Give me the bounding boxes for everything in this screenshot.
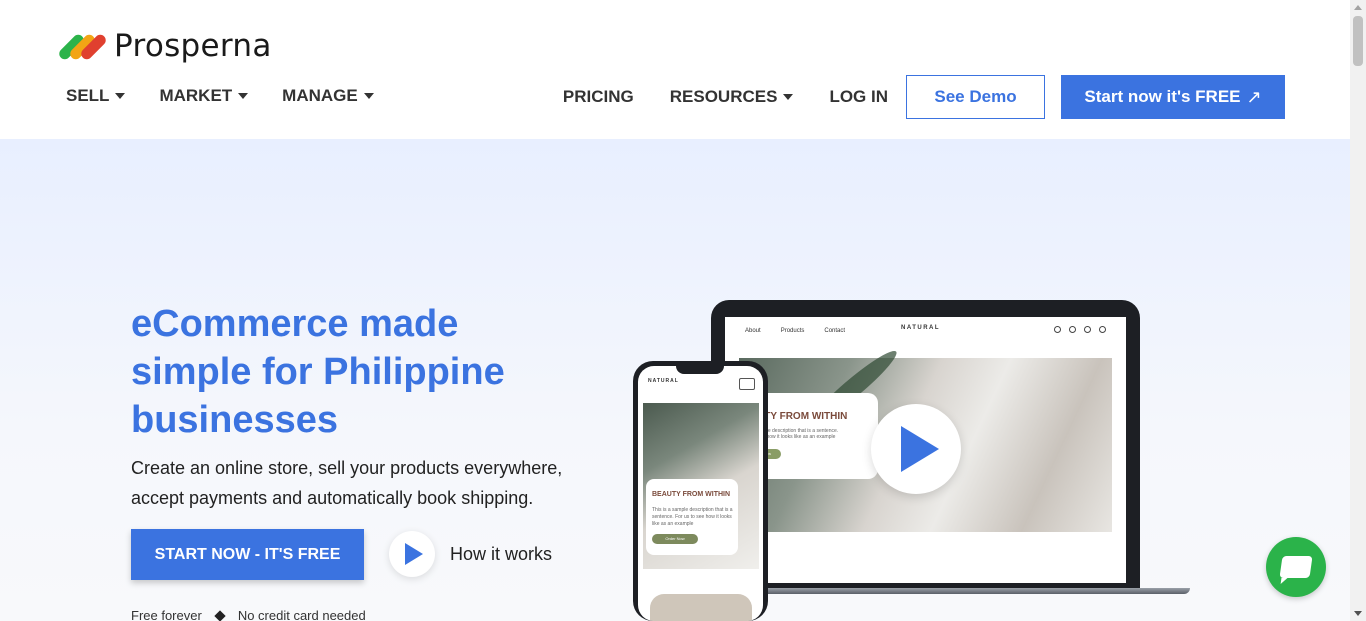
note-free-forever: Free forever xyxy=(131,608,202,621)
login-label: LOG IN xyxy=(829,87,888,106)
start-free-button[interactable]: Start now it's FREE ↗ xyxy=(1061,75,1285,119)
mockup-icons xyxy=(1054,326,1106,333)
how-it-works-label: How it works xyxy=(450,543,553,564)
play-video-icon[interactable] xyxy=(871,404,961,494)
scroll-down-icon[interactable] xyxy=(1354,611,1362,616)
nav-item-pricing[interactable]: PRICING xyxy=(563,87,634,107)
page-scrollbar[interactable] xyxy=(1350,0,1366,621)
nav-item-label: MANAGE xyxy=(282,86,358,105)
see-demo-button[interactable]: See Demo xyxy=(906,75,1045,119)
nav-item-label: SELL xyxy=(66,86,110,105)
mockup-card: UTY FROM WITHIN ample description that i… xyxy=(753,393,878,479)
arrow-up-right-icon: ↗ xyxy=(1246,86,1262,107)
see-demo-label: See Demo xyxy=(934,87,1017,106)
logo-mark-icon xyxy=(57,30,108,62)
nav-item-sell[interactable]: SELL xyxy=(66,86,126,106)
search-icon xyxy=(1054,326,1061,333)
mockup-card-title: UTY FROM WITHIN xyxy=(757,411,848,422)
scroll-thumb[interactable] xyxy=(1353,16,1363,66)
site-header: Prosperna SELL MARKET MANAGE PRICING RES… xyxy=(0,0,1350,139)
mockup-card-title: BEAUTY FROM WITHIN xyxy=(652,491,731,498)
login-link[interactable]: LOG IN xyxy=(829,87,888,107)
mockup-brand: NATURAL xyxy=(648,378,679,384)
mockup-brand: NATURAL xyxy=(901,325,941,331)
phone-screen: NATURAL BEAUTY FROM WITHIN This is a sam… xyxy=(638,366,763,621)
how-it-works-link[interactable]: How it works xyxy=(389,531,552,577)
diamond-bullet-icon xyxy=(214,609,226,621)
phone-notch xyxy=(676,366,724,374)
nav-item-label: PRICING xyxy=(562,87,634,106)
start-free-label: Start now it's FREE xyxy=(1084,87,1241,106)
mockup-card: BEAUTY FROM WITHIN This is a sample desc… xyxy=(646,479,738,555)
scroll-up-icon[interactable] xyxy=(1354,5,1362,10)
start-now-label: START NOW - IT'S FREE xyxy=(154,545,341,563)
user-icon xyxy=(1084,326,1091,333)
chat-widget-button[interactable] xyxy=(1266,537,1326,597)
mockup-nav-item: Products xyxy=(780,328,805,334)
caret-down-icon xyxy=(363,93,374,99)
secondary-nav: PRICING RESOURCES LOG IN See Demo Start … xyxy=(527,75,1285,119)
mockup-product-image xyxy=(650,594,752,621)
nav-item-resources[interactable]: RESOURCES xyxy=(670,87,794,107)
mockup-nav: About Products Contact xyxy=(745,328,845,334)
nav-item-label: MARKET xyxy=(159,86,233,105)
caret-down-icon xyxy=(238,93,249,99)
hero-title: eCommerce made simple for Philippine bus… xyxy=(131,303,505,441)
mockup-card-desc: This is a sample description that is a s… xyxy=(652,507,733,527)
hero-note: Free forever No credit card needed xyxy=(131,608,366,621)
nav-item-label: RESOURCES xyxy=(669,87,778,106)
laptop-base xyxy=(700,588,1190,594)
mockup-card-button: Order Now xyxy=(652,534,698,544)
brand-name: Prosperna xyxy=(114,28,272,64)
nav-item-manage[interactable]: MANAGE xyxy=(282,86,374,106)
hero-subtitle: Create an online store, sell your produc… xyxy=(131,458,563,508)
caret-down-icon xyxy=(115,93,126,99)
mockup-nav-item: Contact xyxy=(824,328,846,334)
nav-item-market[interactable]: MARKET xyxy=(159,86,249,106)
phone-mockup: NATURAL BEAUTY FROM WITHIN This is a sam… xyxy=(633,361,768,621)
bag-icon xyxy=(1099,326,1106,333)
play-icon[interactable] xyxy=(389,531,435,577)
note-no-credit-card: No credit card needed xyxy=(237,608,366,621)
mockup-card-desc: ample description that is a sentence. se… xyxy=(757,428,839,440)
start-now-button[interactable]: START NOW - IT'S FREE xyxy=(131,529,364,580)
caret-down-icon xyxy=(783,94,794,100)
heart-icon xyxy=(1069,326,1076,333)
brand-logo[interactable]: Prosperna xyxy=(57,28,272,64)
primary-nav: SELL MARKET MANAGE xyxy=(66,86,408,106)
chat-icon xyxy=(1279,556,1313,578)
mockup-nav-item: About xyxy=(745,328,761,334)
menu-icon xyxy=(739,378,755,390)
